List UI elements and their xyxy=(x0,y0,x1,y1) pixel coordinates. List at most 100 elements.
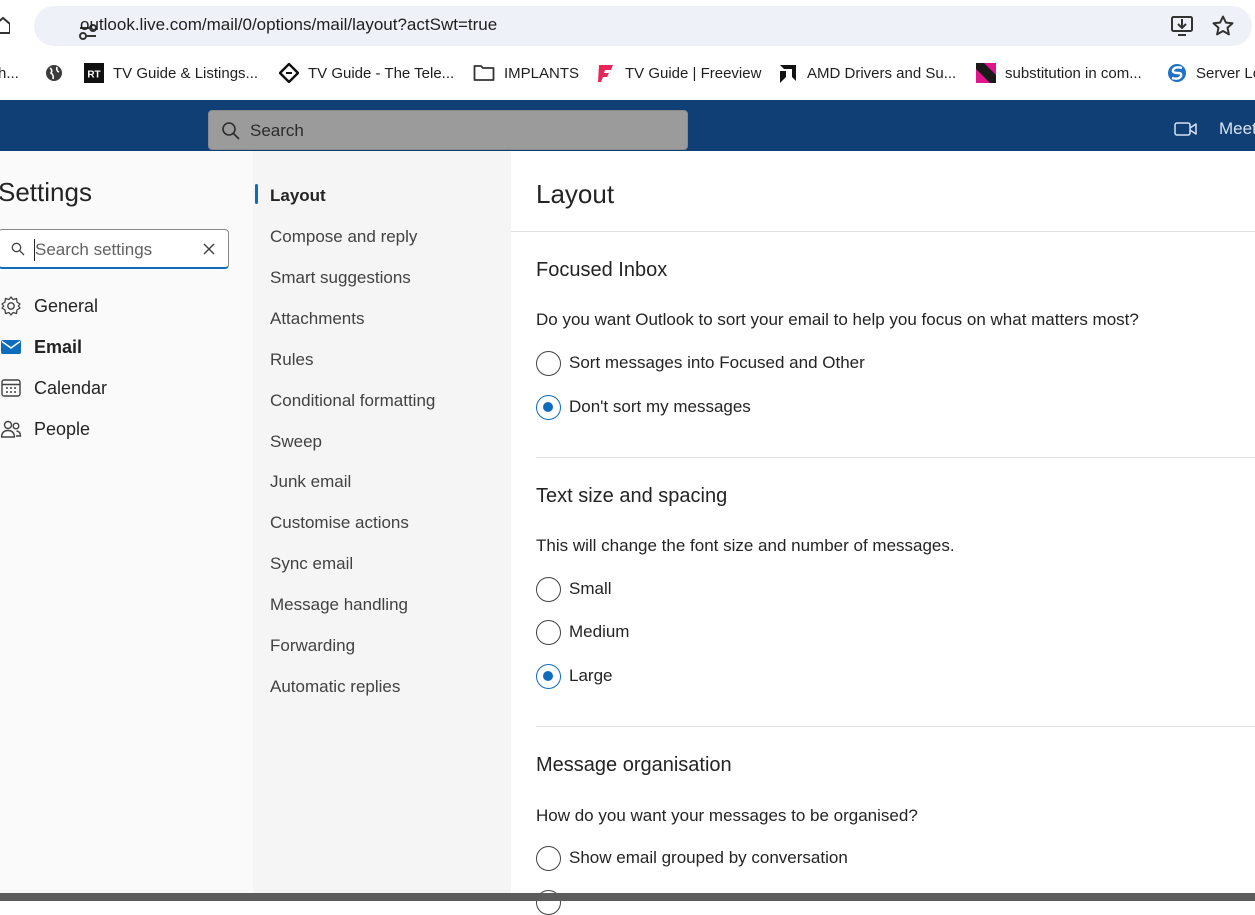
mail-icon xyxy=(1,340,21,354)
settings-category-calendar[interactable]: Calendar xyxy=(0,374,107,402)
bookmark-label: TV Guide - The Tele... xyxy=(308,64,455,82)
settings-category-people[interactable]: People xyxy=(0,415,90,443)
gear-icon xyxy=(1,296,21,316)
radio-button[interactable] xyxy=(536,845,561,871)
email-settings-nav: Layout Compose and reply Smart suggestio… xyxy=(253,151,511,901)
section-title-focused-inbox: Focused Inbox xyxy=(536,259,668,281)
globe-icon xyxy=(46,65,62,81)
bookmark-label: TV Guide & Listings... xyxy=(113,64,259,82)
radio-label: Show email grouped by conversation xyxy=(569,848,848,867)
section-title-text-size: Text size and spacing xyxy=(536,485,728,507)
rt-logo-icon: RT xyxy=(84,63,104,83)
bottom-overlay-strip xyxy=(0,893,1255,901)
category-label: Calendar xyxy=(34,377,108,398)
radio-button-selected[interactable] xyxy=(536,394,561,420)
magenta-square-icon xyxy=(976,63,996,83)
bookmark-label: substitution in com... xyxy=(1005,64,1142,82)
divider xyxy=(536,457,1255,458)
settings-category-email[interactable]: Email xyxy=(0,333,82,361)
radio-option-large[interactable]: Large xyxy=(536,663,612,689)
install-app-icon[interactable] xyxy=(1170,14,1194,38)
nav-item-conditional-formatting[interactable]: Conditional formatting xyxy=(270,391,435,411)
category-label: Email xyxy=(34,336,83,357)
organisation-question: How do you want your messages to be orga… xyxy=(536,806,918,825)
url-text[interactable]: outlook.live.com/mail/0/options/mail/lay… xyxy=(80,15,497,35)
section-title-message-organisation: Message organisation xyxy=(536,754,732,776)
svg-text:RT: RT xyxy=(87,70,100,81)
bookmark-star-icon[interactable] xyxy=(1211,14,1235,38)
radio-label: Don't sort my messages xyxy=(569,397,751,416)
home-icon[interactable] xyxy=(0,16,10,34)
nav-item-forwarding[interactable]: Forwarding xyxy=(270,636,355,656)
bookmark-label: h... xyxy=(0,64,19,82)
bookmark-item[interactable]: h... xyxy=(0,62,19,84)
server-logo-icon xyxy=(1168,64,1186,82)
browser-toolbar: outlook.live.com/mail/0/options/mail/lay… xyxy=(0,0,1255,52)
mail-search-box[interactable]: Search xyxy=(208,110,688,150)
layout-settings-panel: Layout Focused Inbox Do you want Outlook… xyxy=(511,151,1255,915)
radio-label: Medium xyxy=(569,622,630,641)
bookmark-label: IMPLANTS xyxy=(504,64,580,82)
radio-label: Small xyxy=(569,579,612,598)
page-title: Layout xyxy=(536,179,615,209)
search-icon xyxy=(11,242,25,256)
nav-item-sync-email[interactable]: Sync email xyxy=(270,554,353,574)
radio-label: Sort messages into Focused and Other xyxy=(569,353,865,372)
search-icon xyxy=(222,122,240,140)
bookmark-item[interactable]: Server Lo xyxy=(1167,62,1255,84)
nav-item-smart-suggestions[interactable]: Smart suggestions xyxy=(270,268,411,288)
radio-option-grouped-by-conversation[interactable]: Show email grouped by conversation xyxy=(536,845,848,871)
radio-option-small[interactable]: Small xyxy=(536,576,612,602)
calendar-icon xyxy=(1,379,21,397)
nav-item-compose-and-reply[interactable]: Compose and reply xyxy=(270,227,417,247)
radio-button[interactable] xyxy=(536,350,561,376)
nav-item-message-handling[interactable]: Message handling xyxy=(270,595,408,615)
text-caret xyxy=(34,239,35,261)
people-icon xyxy=(0,420,22,438)
nav-item-attachments[interactable]: Attachments xyxy=(270,309,365,329)
folder-icon xyxy=(473,65,495,81)
nav-item-customise-actions[interactable]: Customise actions xyxy=(270,513,409,533)
radio-option-sort-focused[interactable]: Sort messages into Focused and Other xyxy=(536,350,865,376)
close-icon[interactable] xyxy=(203,243,215,255)
bookmark-item[interactable]: TV Guide - The Tele... xyxy=(279,62,454,84)
freeview-logo-icon xyxy=(598,65,613,82)
settings-categories-pane: Settings General Email xyxy=(0,151,253,901)
settings-category-general[interactable]: General xyxy=(0,292,98,320)
amd-logo-icon xyxy=(780,65,796,83)
settings-title: Settings xyxy=(0,177,92,207)
bookmark-folder-implants[interactable]: IMPLANTS xyxy=(473,62,579,84)
settings-search-input[interactable] xyxy=(35,239,185,261)
radio-label: Large xyxy=(569,666,613,685)
bookmarks-bar: h... RT TV Guide & Listings... TV Guide … xyxy=(0,52,1255,100)
radio-button[interactable] xyxy=(536,619,561,645)
nav-item-automatic-replies[interactable]: Automatic replies xyxy=(270,677,400,697)
settings-search-box[interactable] xyxy=(0,229,229,269)
radio-option-medium[interactable]: Medium xyxy=(536,619,629,645)
bookmark-item[interactable]: RT TV Guide & Listings... xyxy=(84,62,258,84)
divider xyxy=(536,726,1255,727)
bookmark-item[interactable]: AMD Drivers and Su... xyxy=(778,62,956,84)
category-label: General xyxy=(34,295,99,316)
focused-inbox-question: Do you want Outlook to sort your email t… xyxy=(536,310,1139,329)
radio-option-dont-sort[interactable]: Don't sort my messages xyxy=(536,394,751,420)
search-label: Search xyxy=(250,121,304,140)
app-header: Search Meet xyxy=(0,100,1255,151)
bookmark-item[interactable]: TV Guide | Freeview xyxy=(596,62,761,84)
bookmark-label: Server Lo xyxy=(1196,64,1255,82)
radio-button[interactable] xyxy=(536,576,561,602)
bookmark-item[interactable]: substitution in com... xyxy=(976,62,1142,84)
nav-item-sweep[interactable]: Sweep xyxy=(270,432,322,452)
divider xyxy=(511,231,1255,232)
video-camera-icon[interactable] xyxy=(1174,121,1198,137)
meet-now-button[interactable]: Meet xyxy=(1219,119,1255,139)
bookmark-label: TV Guide | Freeview xyxy=(625,64,762,82)
nav-item-junk-email[interactable]: Junk email xyxy=(270,472,351,492)
telegraph-logo-icon xyxy=(279,63,299,83)
nav-item-rules[interactable]: Rules xyxy=(270,350,313,370)
nav-item-layout[interactable]: Layout xyxy=(270,186,326,206)
text-size-description: This will change the font size and numbe… xyxy=(536,536,955,555)
bookmark-label: AMD Drivers and Su... xyxy=(807,64,957,82)
bookmark-item-globe[interactable] xyxy=(44,62,73,84)
radio-button-selected[interactable] xyxy=(536,663,561,689)
